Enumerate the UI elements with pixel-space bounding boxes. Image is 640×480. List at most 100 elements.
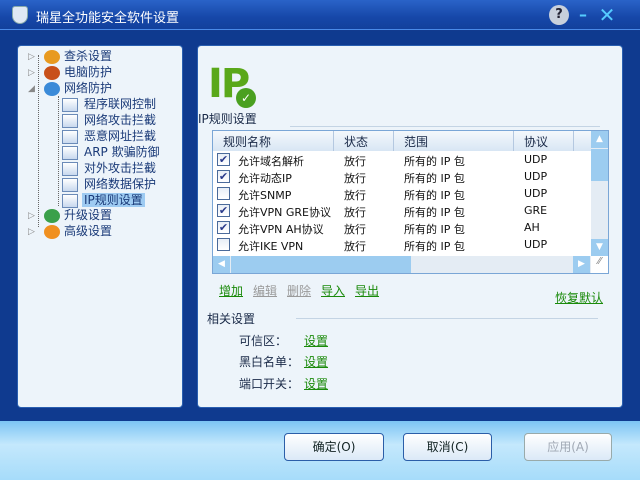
trusted-zone-label: 可信区：	[239, 334, 288, 348]
tree-subitem-label: 恶意网址拦截	[84, 129, 157, 143]
page-icon	[62, 113, 78, 128]
add-rule-link[interactable]: 增加	[219, 282, 243, 299]
rule-checkbox[interactable]: ✔	[217, 170, 230, 183]
port-switch-settings-link[interactable]: 设置	[304, 375, 328, 392]
scroll-down-button[interactable]: ▼	[591, 239, 608, 256]
resize-grip-icon[interactable]: ⁄⁄	[591, 256, 608, 273]
tree-subitem-label: 程序联网控制	[84, 97, 157, 111]
tree-subitem[interactable]: 对外攻击拦截	[62, 160, 158, 176]
rule-protocol: UDP	[524, 187, 548, 200]
tree-item[interactable]: 升级设置	[44, 207, 112, 223]
expand-toggle-icon[interactable]: ▷	[28, 211, 35, 221]
column-header-name[interactable]: 规则名称	[223, 133, 271, 150]
rule-checkbox[interactable]: ✔	[217, 204, 230, 217]
tree-subitem[interactable]: 网络数据保护	[62, 176, 158, 192]
ip-logo-icon: IP ✓	[208, 60, 258, 108]
table-row[interactable]: ✔ 允许VPN AH协议 放行 所有的 IP 包 AH	[213, 219, 591, 236]
tree-subitem-label: 对外攻击拦截	[84, 161, 157, 175]
tree-subitem-label: 网络攻击拦截	[84, 113, 157, 127]
rule-name: 允许VPN GRE协议	[238, 206, 332, 219]
tree-subitem[interactable]: ARP 欺骗防御	[62, 144, 162, 160]
rule-range: 所有的 IP 包	[404, 172, 465, 185]
rule-protocol: GRE	[524, 204, 548, 217]
tree-subitem[interactable]: 恶意网址拦截	[62, 128, 158, 144]
trusted-zone-settings-link[interactable]: 设置	[304, 332, 328, 349]
import-link[interactable]: 导入	[321, 282, 345, 299]
rule-checkbox[interactable]: ✔	[217, 153, 230, 166]
column-header-protocol[interactable]: 协议	[524, 133, 548, 150]
expand-toggle-icon[interactable]: ▷	[28, 68, 35, 78]
divider	[296, 318, 598, 319]
table-row[interactable]: ✔ 允许动态IP 放行 所有的 IP 包 UDP	[213, 168, 591, 185]
table-header: 规则名称 状态 范围 协议	[213, 131, 591, 151]
rule-status: 放行	[344, 155, 366, 168]
scroll-left-button[interactable]: ◀	[213, 256, 230, 273]
divider	[290, 126, 600, 127]
upgrade-settings-icon	[44, 208, 60, 223]
rule-protocol: UDP	[524, 238, 548, 251]
rule-status: 放行	[344, 240, 366, 253]
column-header-status[interactable]: 状态	[344, 133, 368, 150]
apply-button[interactable]: 应用(A)	[524, 433, 612, 461]
tree-item[interactable]: 高级设置	[44, 223, 112, 239]
tree-item[interactable]: 电脑防护	[44, 64, 112, 80]
window-title: 瑞星全功能安全软件设置	[36, 11, 180, 26]
tree-subitem[interactable]: 程序联网控制	[62, 96, 158, 112]
horizontal-scroll-thumb[interactable]	[231, 256, 411, 273]
expand-toggle-icon[interactable]: ▷	[28, 227, 35, 237]
tree-subitem[interactable]: IP规则设置	[62, 192, 145, 208]
table-row[interactable]: 允许IKE VPN 放行 所有的 IP 包 UDP	[213, 236, 591, 253]
edit-rule-link[interactable]: 编辑	[253, 282, 277, 299]
column-header-range[interactable]: 范围	[404, 133, 428, 150]
tree-item-label: 查杀设置	[64, 49, 113, 63]
rule-range: 所有的 IP 包	[404, 189, 465, 202]
rule-checkbox[interactable]	[217, 238, 230, 251]
rule-name: 允许IKE VPN	[238, 240, 304, 253]
tree-item[interactable]: 网络防护	[44, 80, 112, 96]
section-title: IP规则设置	[198, 112, 257, 126]
ok-button[interactable]: 确定(O)	[284, 433, 384, 461]
rule-protocol: UDP	[524, 153, 548, 166]
table-row[interactable]: 允许SNMP 放行 所有的 IP 包 UDP	[213, 185, 591, 202]
horizontal-scrollbar[interactable]: ◀ ▶	[213, 256, 591, 273]
page-icon	[62, 177, 78, 192]
tree-subitem-label: 网络数据保护	[84, 177, 157, 191]
delete-rule-link[interactable]: 删除	[287, 282, 311, 299]
page-icon	[62, 161, 78, 176]
table-row[interactable]: ✔ 允许域名解析 放行 所有的 IP 包 UDP	[213, 151, 591, 168]
expand-toggle-icon[interactable]: ◢	[28, 84, 35, 94]
port-switch-label: 端口开关：	[239, 377, 300, 391]
cancel-button[interactable]: 取消(C)	[403, 433, 492, 461]
title-bar: 瑞星全功能安全软件设置 ? – ✕	[0, 0, 640, 30]
help-button[interactable]: ?	[549, 5, 569, 25]
tree-subitem[interactable]: 网络攻击拦截	[62, 112, 158, 128]
restore-defaults-link[interactable]: 恢复默认	[555, 289, 603, 306]
rule-checkbox[interactable]: ✔	[217, 221, 230, 234]
rule-status: 放行	[344, 172, 366, 185]
minimize-button[interactable]: –	[573, 5, 593, 25]
computer-protection-icon	[44, 65, 60, 80]
scroll-right-button[interactable]: ▶	[573, 256, 590, 273]
vertical-scroll-thumb[interactable]	[591, 149, 608, 181]
rule-name: 允许VPN AH协议	[238, 223, 324, 236]
rule-protocol: UDP	[524, 170, 548, 183]
blackwhite-list-settings-link[interactable]: 设置	[304, 353, 328, 370]
scroll-up-button[interactable]: ▲	[591, 131, 608, 148]
blackwhite-list-label: 黑白名单：	[239, 355, 300, 369]
rule-status: 放行	[344, 206, 366, 219]
tree-item-label: 升级设置	[64, 208, 113, 222]
expand-toggle-icon[interactable]: ▷	[28, 52, 35, 62]
page-icon	[62, 145, 78, 160]
scan-settings-icon	[44, 49, 60, 64]
export-link[interactable]: 导出	[355, 282, 379, 299]
table-row[interactable]: ✔ 允许VPN GRE协议 放行 所有的 IP 包 GRE	[213, 202, 591, 219]
rule-checkbox[interactable]	[217, 187, 230, 200]
close-button[interactable]: ✕	[597, 5, 617, 25]
settings-tree: ▷ 查杀设置 ▷ 电脑防护 ◢ 网络防护 ▷ 升级设置 ▷ 高级设置 程序联网控制 网络攻击拦截 恶意网…	[17, 45, 183, 408]
rule-name: 允许动态IP	[238, 172, 292, 185]
vertical-scrollbar[interactable]: ▲ ▼	[591, 131, 608, 256]
network-protection-icon	[44, 81, 60, 96]
rule-range: 所有的 IP 包	[404, 206, 465, 219]
tree-item[interactable]: 查杀设置	[44, 48, 112, 64]
tree-item-label: 电脑防护	[64, 65, 113, 79]
